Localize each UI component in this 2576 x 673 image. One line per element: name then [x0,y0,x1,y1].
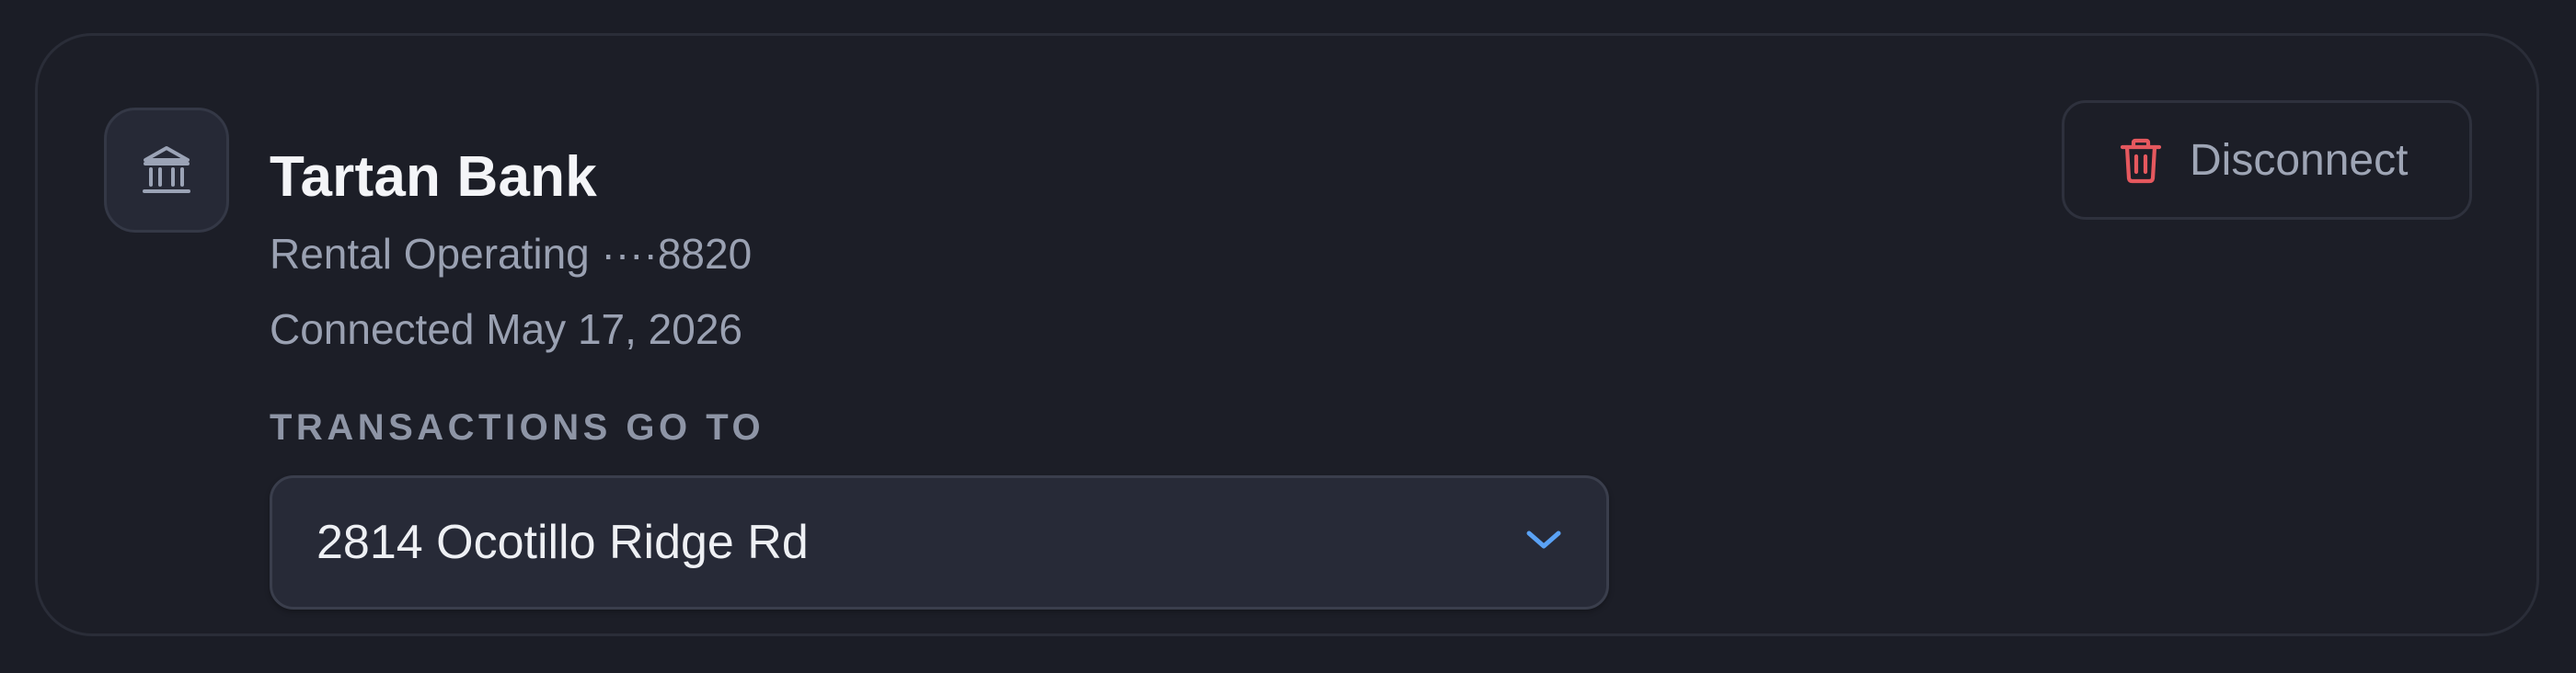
bank-connection-card: Tartan Bank Rental Operating ····8820 Co… [35,33,2539,636]
bank-name: Tartan Bank [270,145,597,209]
disconnect-button[interactable]: Disconnect [2062,100,2472,220]
property-select-value: 2814 Ocotillo Ridge Rd [316,516,809,569]
routing-label: TRANSACTIONS GO TO [270,407,765,448]
property-select[interactable]: 2814 Ocotillo Ridge Rd [270,475,1609,610]
disconnect-label: Disconnect [2190,136,2409,185]
account-label: Rental Operating ····8820 [270,230,753,278]
bank-avatar [104,108,229,233]
trash-icon [2120,138,2162,184]
chevron-down-icon [1526,530,1561,549]
bank-icon [143,146,190,193]
connected-date: Connected May 17, 2026 [270,305,743,353]
